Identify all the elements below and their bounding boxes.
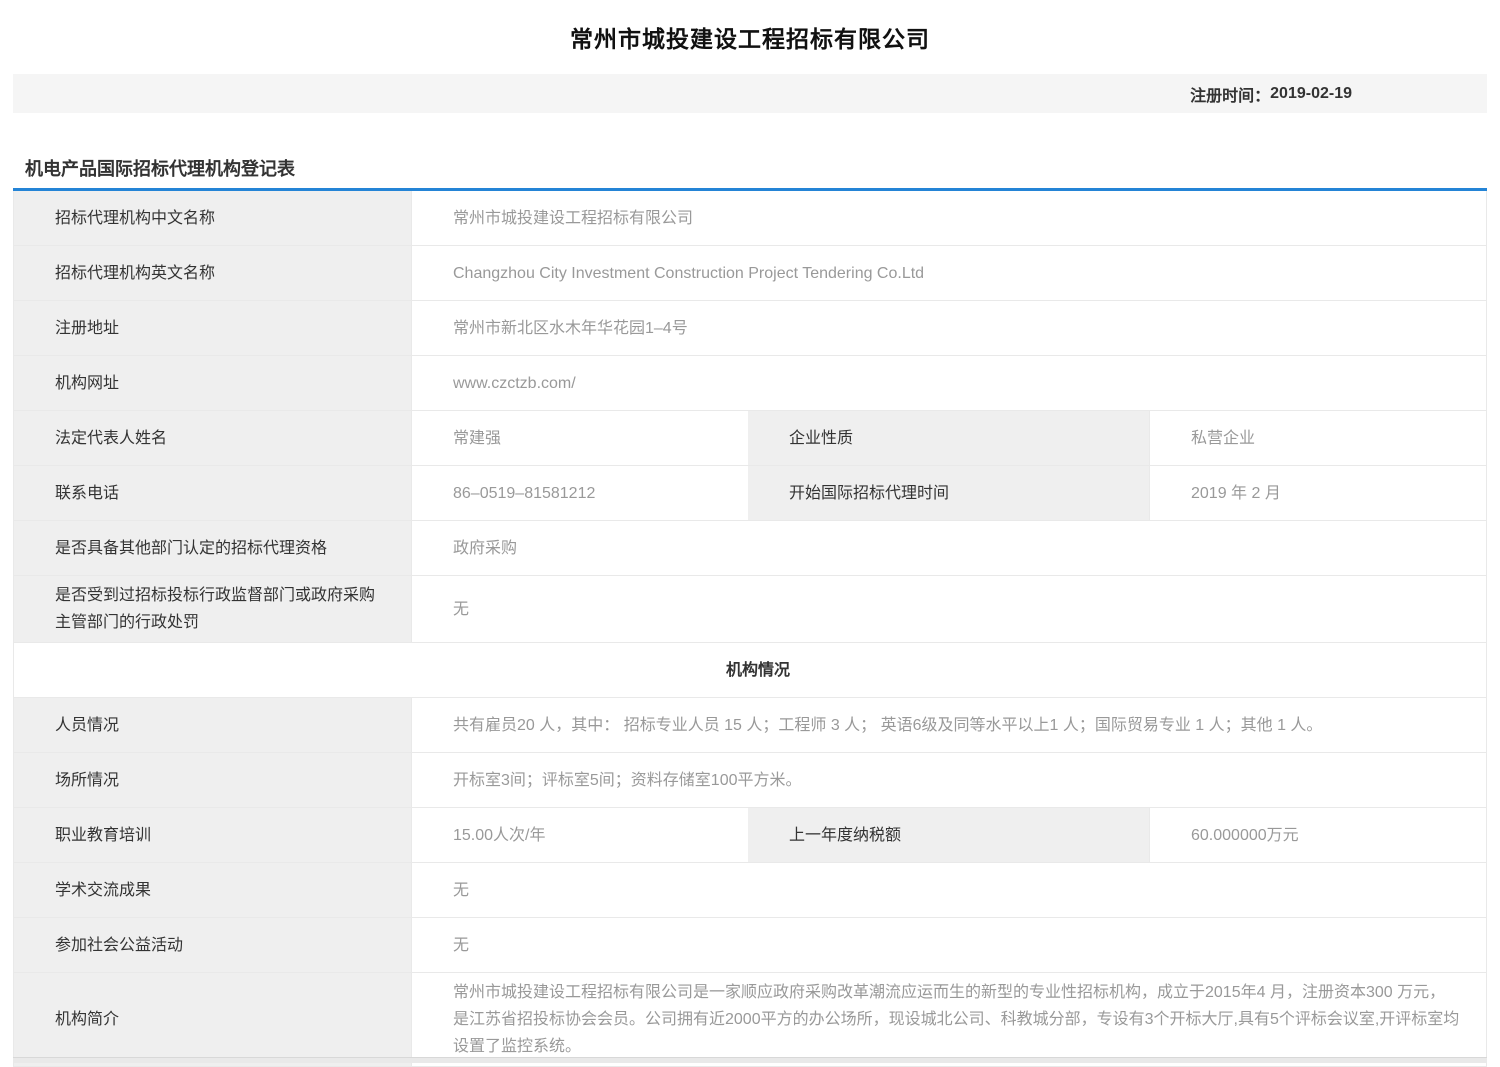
field-value-reg-address: 常州市新北区水木年华花园1–4号 (412, 301, 1486, 355)
table-section-header: 机构情况 (685, 651, 815, 690)
field-value-en-name: Changzhou City Investment Construction P… (412, 246, 1486, 300)
register-time-value: 2019-02-19 (1270, 85, 1352, 103)
field-value-other-qualifications: 政府采购 (412, 521, 1486, 575)
field-value-intl-agency-start: 2019 年 2 月 (1150, 466, 1486, 520)
field-value-premises: 开标室3间；评标室5间；资料存储室100平方米。 (412, 753, 1486, 807)
field-label-reg-address: 注册地址 (14, 301, 412, 355)
field-label-en-name: 招标代理机构英文名称 (14, 246, 412, 300)
field-value-vocational-training: 15.00人次/年 (412, 808, 748, 862)
field-label-profile: 机构简介 (14, 973, 412, 1066)
field-label-enterprise-nature: 企业性质 (748, 411, 1150, 465)
field-label-admin-penalty: 是否受到过招标投标行政监督部门或政府采购主管部门的行政处罚 (14, 576, 412, 642)
register-time-bar: 注册时间： 2019-02-19 (13, 74, 1487, 113)
field-label-legal-rep: 法定代表人姓名 (14, 411, 412, 465)
registration-table: 招标代理机构中文名称 常州市城投建设工程招标有限公司 招标代理机构英文名称 Ch… (13, 191, 1487, 1067)
table-row-academic-exchange: 学术交流成果 无 (14, 863, 1486, 918)
field-label-intl-agency-start: 开始国际招标代理时间 (748, 466, 1150, 520)
field-label-personnel: 人员情况 (14, 698, 412, 752)
table-row-profile: 机构简介 常州市城投建设工程招标有限公司是一家顺应政府采购改革潮流应运而生的新型… (14, 973, 1486, 1067)
table-row-legal-rep: 法定代表人姓名 常建强 企业性质 私营企业 (14, 411, 1486, 466)
field-value-cn-name: 常州市城投建设工程招标有限公司 (412, 191, 1486, 245)
field-label-premises: 场所情况 (14, 753, 412, 807)
table-row-en-name: 招标代理机构英文名称 Changzhou City Investment Con… (14, 246, 1486, 301)
field-label-cn-name: 招标代理机构中文名称 (14, 191, 412, 245)
table-row-premises: 场所情况 开标室3间；评标室5间；资料存储室100平方米。 (14, 753, 1486, 808)
table-row-personnel: 人员情况 共有雇员20 人，其中： 招标专业人员 15 人；工程师 3 人； 英… (14, 698, 1486, 753)
page-title: 常州市城投建设工程招标有限公司 (0, 0, 1500, 74)
field-value-profile: 常州市城投建设工程招标有限公司是一家顺应政府采购改革潮流应运而生的新型的专业性招… (412, 973, 1486, 1066)
table-row-public-welfare: 参加社会公益活动 无 (14, 918, 1486, 973)
field-value-public-welfare: 无 (412, 918, 1486, 972)
table-row-vocational-training: 职业教育培训 15.00人次/年 上一年度纳税额 60.000000万元 (14, 808, 1486, 863)
field-value-personnel: 共有雇员20 人，其中： 招标专业人员 15 人；工程师 3 人； 英语6级及同… (412, 698, 1486, 752)
next-section-divider (13, 1057, 1487, 1063)
table-row-cn-name: 招标代理机构中文名称 常州市城投建设工程招标有限公司 (14, 191, 1486, 246)
field-label-other-qualifications: 是否具备其他部门认定的招标代理资格 (14, 521, 412, 575)
field-value-academic-exchange: 无 (412, 863, 1486, 917)
field-value-legal-rep: 常建强 (412, 411, 748, 465)
field-label-public-welfare: 参加社会公益活动 (14, 918, 412, 972)
field-value-admin-penalty: 无 (412, 576, 1486, 642)
table-row-admin-penalty: 是否受到过招标投标行政监督部门或政府采购主管部门的行政处罚 无 (14, 576, 1486, 643)
register-time-label: 注册时间： (1190, 82, 1270, 106)
field-label-academic-exchange: 学术交流成果 (14, 863, 412, 917)
field-label-last-year-tax: 上一年度纳税额 (748, 808, 1150, 862)
field-label-phone: 联系电话 (14, 466, 412, 520)
table-row-website: 机构网址 www.czctzb.com/ (14, 356, 1486, 411)
field-value-enterprise-nature: 私营企业 (1150, 411, 1486, 465)
section-title: 机电产品国际招标代理机构登记表 (13, 155, 1487, 191)
field-label-website: 机构网址 (14, 356, 412, 410)
table-section-header-row: 机构情况 (14, 643, 1486, 698)
field-value-phone: 86–0519–81581212 (412, 466, 748, 520)
field-value-last-year-tax: 60.000000万元 (1150, 808, 1486, 862)
field-label-vocational-training: 职业教育培训 (14, 808, 412, 862)
field-value-website: www.czctzb.com/ (412, 356, 1486, 410)
table-row-phone: 联系电话 86–0519–81581212 开始国际招标代理时间 2019 年 … (14, 466, 1486, 521)
table-row-reg-address: 注册地址 常州市新北区水木年华花园1–4号 (14, 301, 1486, 356)
table-row-other-qualifications: 是否具备其他部门认定的招标代理资格 政府采购 (14, 521, 1486, 576)
